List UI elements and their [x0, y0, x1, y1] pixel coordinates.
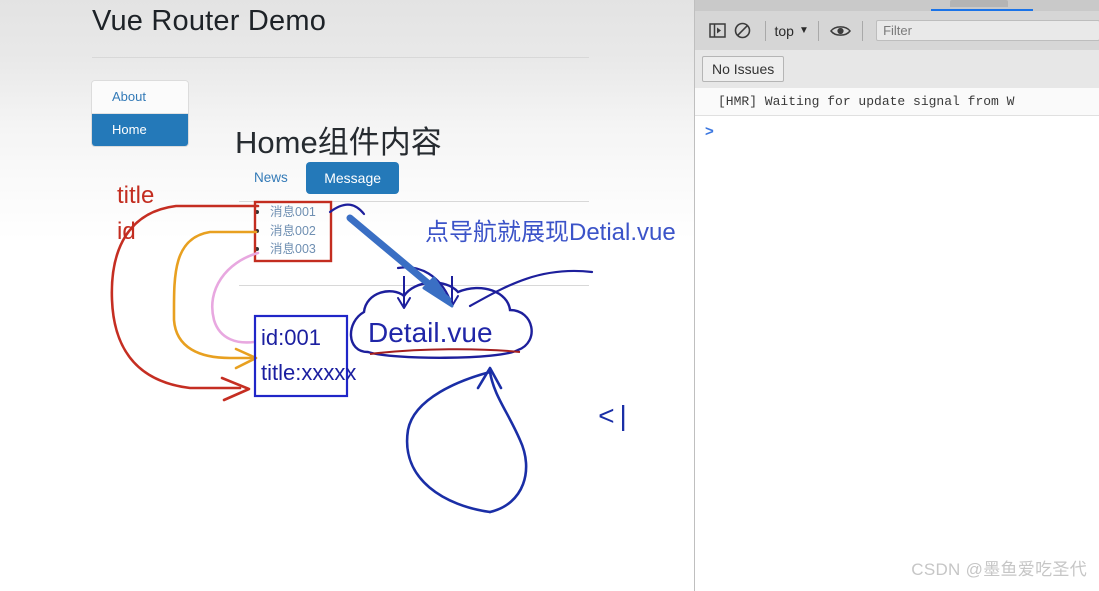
annotation-caret: <| — [598, 403, 632, 434]
divider-under-tabs — [239, 201, 589, 202]
page-title: Vue Router Demo — [92, 5, 327, 37]
console-filter-input[interactable]: Filter — [876, 20, 1099, 41]
console-context-select[interactable]: top ▼ — [775, 23, 809, 39]
pink-annotation-curve — [211, 251, 260, 344]
annotation-param-title: title:xxxxx — [261, 360, 357, 385]
blue-cloud-outline — [349, 281, 533, 359]
annotation-blue-note: 点导航就展现Detial.vue — [425, 219, 676, 246]
red-annotation-curve — [110, 204, 260, 390]
child-route-tabs: News Message — [240, 162, 400, 200]
clear-console-icon[interactable] — [730, 18, 755, 44]
message-list: 消息001 消息002 消息003 — [250, 203, 316, 259]
console-toolbar: top ▼ Filter — [695, 11, 1099, 50]
eye-icon[interactable] — [828, 18, 853, 44]
csdn-watermark: CSDN @墨鱼爱吃圣代 — [911, 560, 1087, 579]
console-context-label: top — [774, 22, 794, 39]
blue-stroke-over-box — [328, 203, 366, 216]
console-prompt[interactable]: > — [695, 116, 1099, 146]
message-link[interactable]: 消息002 — [270, 224, 316, 238]
annotation-param-id: id:001 — [261, 325, 321, 350]
annotation-id-label: id — [117, 218, 136, 245]
console-message-row: [HMR] Waiting for update signal from W — [695, 88, 1099, 116]
bottom-loop-left — [405, 370, 492, 514]
chevron-down-icon: ▼ — [798, 25, 809, 36]
browser-page-pane: Vue Router Demo About Home Home组件内容 News… — [0, 0, 694, 591]
home-component-heading: Home组件内容 — [235, 125, 442, 160]
sidebar-toggle-icon[interactable] — [705, 18, 730, 44]
console-prompt-chevron: > — [705, 122, 714, 140]
toolbar-separator — [817, 20, 819, 41]
no-issues-button[interactable]: No Issues — [702, 56, 785, 82]
red-arrowhead — [220, 376, 251, 402]
pointer-arrowhead — [422, 276, 454, 308]
message-link[interactable]: 消息001 — [270, 205, 316, 219]
down-arrowhead-b — [445, 295, 459, 307]
message-link[interactable]: 消息003 — [270, 242, 316, 256]
divider-under-title — [92, 57, 589, 58]
tab-news[interactable]: News — [240, 162, 302, 193]
toolbar-separator — [764, 20, 766, 41]
blue-curve-right — [468, 269, 594, 308]
orange-annotation-curve — [172, 230, 258, 360]
router-nav-list: About Home — [91, 80, 189, 147]
annotation-title-label: title — [117, 182, 155, 209]
list-item[interactable]: 消息002 — [270, 222, 316, 241]
devtools-tab-ghost[interactable] — [950, 0, 1008, 7]
blue-curve-top — [396, 266, 452, 302]
console-output: [HMR] Waiting for update signal from W > — [695, 88, 1099, 591]
devtools-panel: top ▼ Filter No Issues [HMR] Waiting for… — [694, 0, 1099, 591]
blue-highlight-box-params — [253, 314, 349, 398]
sidebar-item-about[interactable]: About — [92, 81, 188, 114]
annotation-detail-label: Detail.vue — [368, 317, 493, 348]
devtools-tabstrip — [695, 0, 1099, 11]
orange-arrowhead — [234, 347, 258, 370]
sidebar-item-home[interactable]: Home — [92, 114, 188, 146]
list-item[interactable]: 消息003 — [270, 240, 316, 259]
issues-bar: No Issues — [695, 50, 1099, 88]
bottom-loop-right — [488, 370, 528, 514]
bottom-loop-arrowhead — [476, 366, 503, 390]
down-arrowhead-a — [397, 297, 411, 309]
list-item[interactable]: 消息001 — [270, 203, 316, 222]
pointer-arrow-shaft — [346, 214, 452, 304]
toolbar-separator — [862, 20, 864, 41]
tab-message[interactable]: Message — [306, 162, 400, 194]
console-message-text: [HMR] Waiting for update signal from W — [718, 94, 1015, 109]
divider-under-list — [239, 285, 589, 286]
red-underline-detail — [369, 348, 521, 355]
console-filter-placeholder: Filter — [883, 23, 912, 38]
